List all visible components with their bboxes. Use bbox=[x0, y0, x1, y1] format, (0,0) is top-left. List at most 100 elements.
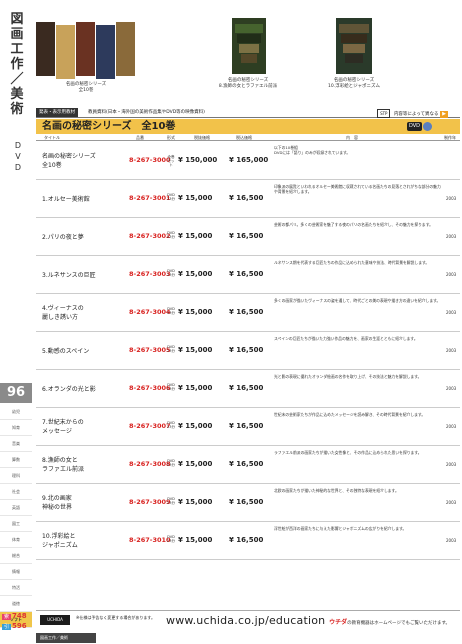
category-tab[interactable]: 総合 bbox=[0, 548, 32, 564]
product-code: 8-267-3010 bbox=[129, 536, 171, 544]
format-badge: DVD 23分 bbox=[167, 193, 175, 201]
price-excl-tax: ¥ 15,000 bbox=[178, 270, 213, 278]
row-title: 6.オランダの光と影 bbox=[42, 385, 96, 393]
cover-art-band bbox=[241, 54, 257, 63]
row-title: 8.漁師の女と ラファエル前派 bbox=[42, 457, 85, 473]
category-tab[interactable]: 幼児 bbox=[0, 404, 32, 420]
row-description: 北欧の画家たちが描いた神秘的な世界と、その独特な表現を紹介します。 bbox=[274, 488, 399, 493]
series-title-bar: 名画の秘密シリーズ 全10巻 DVD bbox=[36, 119, 460, 134]
price-incl-tax: ¥ 16,500 bbox=[229, 194, 264, 202]
table-row: 4.ヴィーナスの 麗しき誘い方 8-267-3004 DVD 23分 ¥ 15,000 ¥ … bbox=[36, 294, 460, 332]
product-code: 8-267-3009 bbox=[129, 498, 171, 506]
title-char: 画 bbox=[10, 27, 24, 42]
cover-art-band bbox=[239, 44, 259, 53]
series-title: 名画の秘密シリーズ 全10巻 bbox=[42, 121, 176, 132]
index-label[interactable]: 索 bbox=[2, 614, 12, 620]
row-description: 浮世絵が西洋の画家たちに与えた影響とジャポニズムの広がりを紹介します。 bbox=[274, 526, 407, 531]
index-number[interactable]: 596 bbox=[12, 622, 27, 630]
index-number[interactable]: 748 bbox=[12, 612, 27, 620]
production-year: 2003 bbox=[446, 500, 457, 505]
category-tab[interactable]: 社会 bbox=[0, 484, 32, 500]
format-badge: DVD 23分 bbox=[167, 383, 175, 391]
section-subtitle-dvd: DVD bbox=[12, 140, 24, 173]
cover-art-band bbox=[345, 54, 363, 63]
footer: UCHIDA ※仕様は予告なく変更する場合があります。 www.uchida.c… bbox=[36, 610, 460, 644]
cover-art-band bbox=[235, 24, 263, 33]
category-tab[interactable]: 情報 bbox=[0, 564, 32, 580]
dvd-case bbox=[116, 22, 135, 76]
format-badge: DVD 23分 bbox=[167, 459, 175, 467]
product-code: 8-267-3000 bbox=[129, 155, 171, 164]
production-year: 2003 bbox=[446, 234, 457, 239]
category-tag: 発表・表示用教材 bbox=[36, 108, 78, 117]
row-description: 芸術の都パリ。多くの芸術家を魅了する夜のパリの名画たちを紹介し、その魅力を探りま… bbox=[274, 222, 433, 227]
row-title: 7.世紀末からの メッセージ bbox=[42, 419, 84, 435]
price-incl-tax: ¥ 165,000 bbox=[229, 155, 269, 164]
product-code: 8-267-3001 bbox=[129, 194, 171, 202]
price-incl-tax: ¥ 16,500 bbox=[229, 346, 264, 354]
photo-caption: 名画の秘密シリーズ 10.浮彩絵とジャポニズム bbox=[328, 78, 380, 89]
reference-note: STP 内容等によって異なる ▶ bbox=[377, 109, 448, 118]
production-year: 2003 bbox=[446, 196, 457, 201]
section-title: 図画工作／美術 bbox=[6, 12, 28, 117]
row-description: 印象派の展覧といわれるオルセー美術館に収蔵されている名画たちの見落とされがちな部… bbox=[274, 184, 441, 194]
cover-art-band bbox=[343, 44, 365, 53]
dvd-case bbox=[56, 25, 75, 79]
category-tab[interactable]: 道徳 bbox=[0, 596, 32, 612]
index-label[interactable]: 引 bbox=[2, 624, 12, 630]
price-incl-tax: ¥ 16,500 bbox=[229, 384, 264, 392]
ref-text: 内容等によって異なる bbox=[393, 112, 439, 117]
product-code: 8-267-3008 bbox=[129, 460, 171, 468]
cover-art-band bbox=[341, 34, 367, 43]
cover-art-band bbox=[237, 34, 261, 43]
production-year: 2003 bbox=[446, 386, 457, 391]
title-char: 術 bbox=[10, 102, 24, 117]
category-tab[interactable]: 音楽 bbox=[0, 436, 32, 452]
price-excl-tax: ¥ 15,000 bbox=[178, 308, 213, 316]
table-row: 5.動感のスペイン 8-267-3005 DVD 23分 ¥ 15,000 ¥ 16,50… bbox=[36, 332, 460, 370]
table-header: タイトル 品番 形式 税抜価格 税込価格 内 容 制作年 bbox=[36, 134, 460, 141]
dvd-char: D bbox=[14, 141, 22, 150]
product-code: 8-267-3005 bbox=[129, 346, 171, 354]
bottom-section-label: 図画工作／美術 bbox=[36, 633, 96, 643]
table-row: 名画の秘密シリーズ 全10巻 8-267-3000 全巻セット ¥ 150,000 ¥ 1… bbox=[36, 141, 460, 180]
category-tab[interactable]: 図工 bbox=[0, 516, 32, 532]
category-tab[interactable]: 英語 bbox=[0, 500, 32, 516]
photo-caption: 名画の秘密シリーズ 全10巻 bbox=[65, 82, 107, 93]
index-links: 索 748 引 596 bbox=[2, 612, 32, 632]
photo-caption: 名画の秘密シリーズ 8.漁師の女とラファエル前派 bbox=[218, 78, 278, 89]
table-row: 3.ルネサンスの巨匠 8-267-3003 DVD 23分 ¥ 15,000 ¥ 16,5… bbox=[36, 256, 460, 294]
price-incl-tax: ¥ 16,500 bbox=[229, 498, 264, 506]
price-incl-tax: ¥ 16,500 bbox=[229, 270, 264, 278]
title-char: 工 bbox=[10, 42, 24, 57]
category-tab[interactable]: 算数 bbox=[0, 452, 32, 468]
row-title: 4.ヴィーナスの 麗しき誘い方 bbox=[42, 305, 84, 321]
disc-icon bbox=[423, 122, 432, 131]
row-description: 世紀末の芸術家たちが作品に込めたメッセージを読み解き、その時代背景を紹介します。 bbox=[274, 412, 426, 417]
website-url[interactable]: www.uchida.co.jp/education bbox=[166, 614, 325, 627]
category-note: 教員資料(日本・海外国の美術作品集やDVD等の映像資料) bbox=[88, 110, 205, 115]
price-incl-tax: ¥ 16,500 bbox=[229, 460, 264, 468]
row-description: スペインの巨匠たちが描いた力強い作品の魅力を、画家の生涯とともに紹介します。 bbox=[274, 336, 418, 341]
price-excl-tax: ¥ 15,000 bbox=[178, 232, 213, 240]
product-code: 8-267-3007 bbox=[129, 422, 171, 430]
dvd-cover-photo bbox=[232, 18, 266, 74]
format-badge: DVD 23分 bbox=[167, 269, 175, 277]
format-badge: 全巻セット bbox=[167, 154, 175, 167]
product-photos: 名画の秘密シリーズ 全10巻 名画の秘密シリーズ 8.漁師の女とラファエル前派 名画… bbox=[36, 18, 460, 108]
category-tab[interactable]: 特活 bbox=[0, 580, 32, 596]
dvd-case bbox=[76, 22, 95, 76]
production-year: 2003 bbox=[446, 424, 457, 429]
dvd-cover-photo bbox=[336, 18, 372, 74]
cover-art-band bbox=[339, 24, 369, 33]
category-tab[interactable]: 体育 bbox=[0, 532, 32, 548]
category-tab[interactable]: 理科 bbox=[0, 468, 32, 484]
dvd-case bbox=[36, 22, 55, 76]
category-tab[interactable]: 知育 bbox=[0, 420, 32, 436]
row-description: 多くの画家が描いたヴィーナスの姿を通して、時代ごとの美の表現や描き方の違いを紹介… bbox=[274, 298, 441, 303]
brand-text: ウチダの教育機器はホームページでもご覧いただけます。 bbox=[329, 619, 450, 626]
price-excl-tax: ¥ 15,000 bbox=[178, 346, 213, 354]
price-incl-tax: ¥ 16,500 bbox=[229, 232, 264, 240]
format-badge: DVD 23分 bbox=[167, 497, 175, 505]
product-code: 8-267-3002 bbox=[129, 232, 171, 240]
